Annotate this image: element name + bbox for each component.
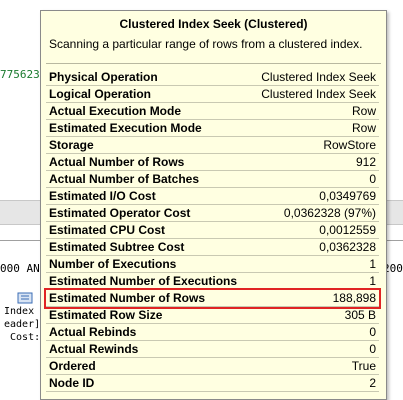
tooltip-title: Clustered Index Seek (Clustered)	[119, 17, 308, 31]
property-value: Clustered Index Seek	[261, 87, 376, 101]
property-value: 0	[369, 325, 376, 339]
property-label: Number of Executions	[49, 257, 177, 271]
property-label: Node ID	[49, 376, 95, 390]
operator-properties-tooltip: Clustered Index Seek (Clustered) Scannin…	[40, 10, 387, 400]
property-label: Storage	[49, 138, 94, 152]
property-label: Estimated Operator Cost	[49, 206, 191, 220]
property-row: Estimated Row Size 305 B	[46, 307, 379, 324]
property-value: 0,0362328	[319, 240, 376, 254]
property-row-highlighted: Estimated Number of Rows 188,898	[44, 288, 381, 309]
property-row: Actual Rewinds 0	[46, 341, 379, 358]
properties-table: Physical Operation Clustered Index Seek Lo…	[44, 69, 381, 392]
property-row: Estimated Subtree Cost 0,0362328	[46, 239, 379, 256]
property-label: Actual Number of Rows	[49, 155, 185, 169]
property-value: 1	[369, 257, 376, 271]
property-row: Actual Number of Batches 0	[46, 171, 379, 188]
property-value: 0,0362328 (97%)	[283, 206, 376, 220]
property-row: Estimated Operator Cost 0,0362328 (97%)	[46, 205, 379, 222]
property-label: Physical Operation	[49, 70, 158, 84]
property-value: 912	[355, 155, 376, 169]
property-row: Actual Rebinds 0	[46, 324, 379, 341]
property-label: Estimated Number of Executions	[49, 274, 238, 288]
property-row: Storage RowStore	[46, 137, 379, 154]
property-value: 0	[369, 172, 376, 186]
property-value: 0,0349769	[319, 189, 376, 203]
property-label: Actual Rewinds	[49, 342, 139, 356]
property-label: Estimated Row Size	[49, 308, 163, 322]
clustered-index-seek-icon[interactable]	[17, 292, 33, 304]
tooltip-divider	[46, 63, 381, 64]
tooltip-description: Scanning a particular range of rows from…	[49, 37, 363, 51]
property-row: Estimated CPU Cost 0,0012559	[46, 222, 379, 239]
property-row: Estimated Execution Mode Row	[46, 120, 379, 137]
property-value: RowStore	[323, 138, 376, 152]
property-row: Number of Executions 1	[46, 256, 379, 273]
property-row: Physical Operation Clustered Index Seek	[46, 69, 379, 86]
property-label: Estimated CPU Cost	[49, 223, 166, 237]
property-value: 1	[369, 274, 376, 288]
property-label: Ordered	[49, 359, 96, 373]
property-label: Estimated Execution Mode	[49, 121, 202, 135]
property-value: Row	[351, 121, 376, 135]
property-label: Estimated I/O Cost	[49, 189, 156, 203]
ssms-execution-plan-area: 7756237 000 AN 200 Index S eader]. Cost:…	[0, 0, 403, 400]
property-label: Logical Operation	[49, 87, 152, 101]
property-row: Estimated I/O Cost 0,0349769	[46, 188, 379, 205]
property-value: Clustered Index Seek	[261, 70, 376, 84]
property-row: Estimated Number of Executions 1	[46, 273, 379, 290]
property-label: Estimated Number of Rows	[49, 291, 206, 305]
property-value: 305 B	[344, 308, 376, 322]
property-label: Estimated Subtree Cost	[49, 240, 185, 254]
property-label: Actual Number of Batches	[49, 172, 200, 186]
property-value: 2	[369, 376, 376, 390]
property-row: Ordered True	[46, 358, 379, 375]
property-value: Row	[351, 104, 376, 118]
property-row: Node ID 2	[46, 375, 379, 392]
sql-text-fragment-left: 000 AN	[0, 262, 40, 275]
property-label: Actual Rebinds	[49, 325, 137, 339]
property-label: Actual Execution Mode	[49, 104, 182, 118]
property-row: Logical Operation Clustered Index Seek	[46, 86, 379, 103]
operator-label-line: Cost:	[4, 332, 41, 343]
property-row: Actual Execution Mode Row	[46, 103, 379, 120]
property-value: 0	[369, 342, 376, 356]
property-value: 188,898	[332, 291, 376, 305]
property-value: 0,0012559	[319, 223, 376, 237]
property-value: True	[351, 359, 376, 373]
property-row: Actual Number of Rows 912	[46, 154, 379, 171]
